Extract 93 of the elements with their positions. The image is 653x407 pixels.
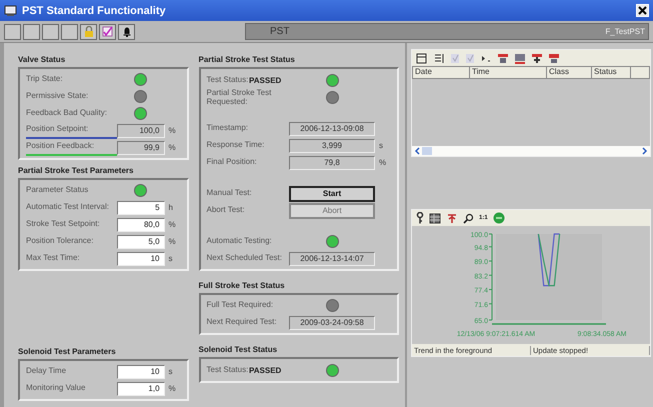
input-field[interactable]: 5 <box>116 200 165 214</box>
input-field[interactable]: 5,0 <box>116 234 165 248</box>
unit-label: % <box>168 126 177 135</box>
field-label: Permissive State: <box>26 92 90 101</box>
unit-label: s <box>168 367 174 376</box>
field-label: Next Scheduled Test: <box>206 254 283 263</box>
group-title: Solenoid Test Parameters <box>18 347 117 356</box>
field-label: Position Setpoint: <box>26 122 117 139</box>
value-display: 3,999 <box>289 138 375 152</box>
table-icon[interactable] <box>429 212 441 224</box>
field-label: Delay Time <box>26 367 68 376</box>
lock-icon <box>84 26 94 37</box>
field-label: Position Tolerance: <box>26 237 94 246</box>
unit-label: h <box>168 203 174 212</box>
tool-icon[interactable] <box>446 212 458 224</box>
field-label: Test Status: <box>206 366 249 374</box>
status-icon[interactable] <box>492 212 505 224</box>
sort-icon[interactable] <box>531 52 543 64</box>
trend-lines <box>538 233 560 286</box>
check-icon[interactable] <box>450 52 460 64</box>
unit-label: % <box>168 237 177 246</box>
lock-button[interactable] <box>80 24 97 40</box>
zoom-icon[interactable] <box>463 212 474 224</box>
close-button[interactable] <box>636 4 649 17</box>
value-display: 100,0 <box>116 124 165 138</box>
close-icon <box>638 6 647 15</box>
sort-icon[interactable] <box>548 52 560 64</box>
value-display: 79,8 <box>289 156 375 170</box>
field-label: Manual Test: <box>206 189 253 198</box>
scroll-left-icon[interactable] <box>414 147 422 155</box>
list-icon[interactable] <box>433 52 445 64</box>
toolbar-button[interactable] <box>4 24 21 40</box>
field-label: Response Time: <box>206 141 266 150</box>
window-title: PST Standard Functionality <box>22 4 167 16</box>
group-title: Partial Stroke Test Parameters <box>18 166 134 175</box>
value-display: 2006-12-13-14:07 <box>289 252 375 266</box>
sort-icon[interactable] <box>497 52 509 64</box>
group-title: Valve Status <box>18 55 66 64</box>
toolbar-button[interactable] <box>61 24 78 40</box>
tag-name: PST <box>270 26 290 37</box>
checkmark-icon <box>102 26 114 37</box>
object-name: F_TestPST <box>605 27 645 36</box>
unit-label: % <box>168 384 177 393</box>
window-icon <box>4 4 18 16</box>
field-label: Next Required Test: <box>206 318 278 327</box>
input-field[interactable]: 80,0 <box>116 218 165 232</box>
field-label: Position Feedback: <box>26 139 117 156</box>
unit-label: % <box>378 158 388 167</box>
field-label: Monitoring Value <box>26 384 86 393</box>
scroll-right-icon[interactable] <box>640 147 648 155</box>
bell-button[interactable] <box>118 24 135 40</box>
toolbar-button[interactable] <box>23 24 40 40</box>
group-title: Full Stroke Test Status <box>198 281 286 290</box>
status-value: PASSED <box>249 366 282 374</box>
input-field[interactable]: 10 <box>116 364 165 378</box>
bell-icon <box>122 26 130 36</box>
field-label: Partial Stroke Test Requested: <box>206 89 272 106</box>
input-field[interactable]: 1,0 <box>116 382 165 396</box>
unit-label: % <box>168 143 177 152</box>
checklist-button[interactable] <box>99 24 116 40</box>
horizontal-scrollbar[interactable] <box>412 146 650 156</box>
unit-label: % <box>168 220 177 229</box>
field-label: Feedback Bad Quality: <box>26 109 108 118</box>
field-label: Automatic Test Interval: <box>26 203 110 212</box>
list-icon[interactable] <box>416 52 428 64</box>
field-label: Parameter Status <box>26 186 90 195</box>
field-label: Full Test Required: <box>206 301 274 310</box>
value-display: 2006-12-13-09:08 <box>289 122 375 136</box>
start-button[interactable]: Start <box>289 186 375 202</box>
column-header[interactable]: Date <box>413 67 470 78</box>
field-label: Automatic Testing: <box>206 237 273 246</box>
column-header[interactable]: Time <box>470 67 547 78</box>
group-title: Solenoid Test Status <box>198 345 278 354</box>
field-label: Trip State: <box>26 75 64 84</box>
group-title: Partial Stroke Test Status <box>198 55 296 64</box>
toolbar-button[interactable] <box>42 24 59 40</box>
status-value: PASSED <box>249 76 282 84</box>
unit-label: s <box>168 254 174 263</box>
field-label: Stroke Test Setpoint: <box>26 220 101 229</box>
column-header[interactable]: Status <box>592 67 631 78</box>
check-icon[interactable] <box>465 52 475 64</box>
value-display: 2009-03-24-09:58 <box>289 316 375 330</box>
key-icon[interactable] <box>416 212 424 224</box>
field-label: Final Position: <box>206 158 258 167</box>
value-display: 99,9 <box>116 140 165 154</box>
field-label: Timestamp: <box>206 124 250 133</box>
unit-label: s <box>378 141 384 150</box>
scroll-thumb[interactable] <box>422 147 432 155</box>
field-label: Max Test Time: <box>26 254 81 263</box>
field-label: Test Status: <box>206 76 249 84</box>
input-field[interactable]: 10 <box>116 252 165 266</box>
column-header[interactable]: Class <box>547 67 592 78</box>
field-label: Abort Test: <box>206 206 246 215</box>
